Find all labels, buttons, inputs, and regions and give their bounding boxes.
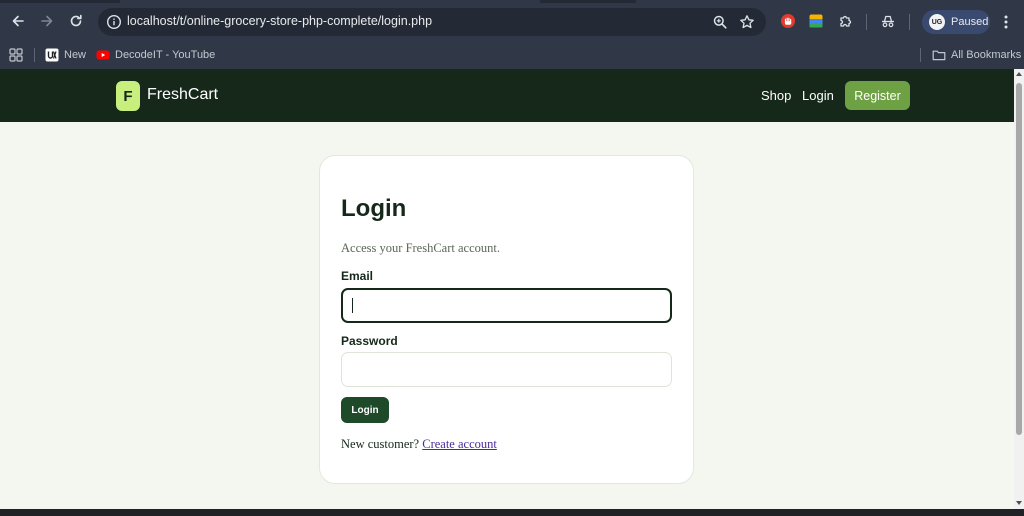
brand-name[interactable]: FreshCart [147,86,218,104]
signup-prompt-text: New customer? [341,437,420,451]
tab-strip-edge [0,0,120,3]
address-bar[interactable]: localhost/t/online-grocery-store-php-com… [98,8,766,36]
toolbar-divider [909,14,910,30]
email-field[interactable] [341,288,672,323]
window-bottom-edge [0,509,1024,516]
toolbar-divider [866,14,867,30]
reload-button[interactable] [64,9,88,33]
reload-icon [70,14,82,27]
color-extension-icon[interactable] [808,13,824,29]
login-subtitle: Access your FreshCart account. [341,241,500,255]
arrow-left-icon [12,15,24,27]
create-account-link[interactable]: Create account [422,437,497,451]
page-title: Login [341,195,407,222]
password-field[interactable] [341,352,672,387]
email-label: Email [341,269,374,283]
site-info-icon[interactable] [106,14,122,30]
register-button[interactable]: Register [845,81,910,110]
tab-strip-edge [540,0,636,3]
profile-avatar: UG [929,14,945,30]
password-label: Password [341,334,398,348]
bookmarks-divider [920,48,921,62]
profile-status: Paused [951,16,989,28]
bookmark-label: DecodeIT - YouTube [115,49,216,61]
url-text[interactable]: localhost/t/online-grocery-store-php-com… [127,14,432,28]
zoom-icon[interactable] [712,14,728,30]
page-viewport: F FreshCart Shop Login Register Login Ac… [0,69,1014,509]
profile-button[interactable]: UG Paused [922,10,990,34]
signup-prompt: New customer? Create account [341,437,497,452]
bookmark-new[interactable]: New [45,46,86,64]
logo-badge[interactable]: F [116,81,140,111]
back-button[interactable] [6,9,30,33]
more-menu-icon[interactable] [998,12,1014,32]
nav-login-link[interactable]: Login [802,88,834,103]
page-scrollbar[interactable] [1014,69,1024,509]
scrollbar-thumb[interactable] [1016,83,1022,435]
bookmarks-divider [34,48,35,62]
bookmarks-bar: New DecodeIT - YouTube All Bookmarks [0,42,1024,69]
browser-toolbar: localhost/t/online-grocery-store-php-com… [0,0,1024,42]
bookmark-star-icon[interactable] [739,14,755,30]
scroll-up-arrow[interactable] [1016,72,1022,76]
folder-icon [932,48,946,62]
scroll-down-arrow[interactable] [1016,501,1022,505]
stop-hand-extension-icon[interactable] [780,13,796,29]
bookmark-label: New [64,49,87,61]
bookmark-decodeit-youtube[interactable]: DecodeIT - YouTube [96,46,215,64]
nav-shop-link[interactable]: Shop [761,88,791,103]
arrow-right-icon [41,15,53,27]
uxpilot-icon [45,48,59,62]
all-bookmarks-button[interactable]: All Bookmarks [932,46,1021,64]
youtube-icon [96,48,110,62]
text-caret [352,298,353,313]
extensions-puzzle-icon[interactable] [838,13,854,29]
login-submit-button[interactable]: Login [341,397,389,423]
apps-grid-icon[interactable] [9,48,23,62]
forward-button[interactable] [35,9,59,33]
site-header: F FreshCart Shop Login Register [0,69,1014,122]
incognito-icon[interactable] [880,13,896,29]
login-card: Login Access your FreshCart account. Ema… [319,155,694,484]
all-bookmarks-label: All Bookmarks [951,49,1022,61]
